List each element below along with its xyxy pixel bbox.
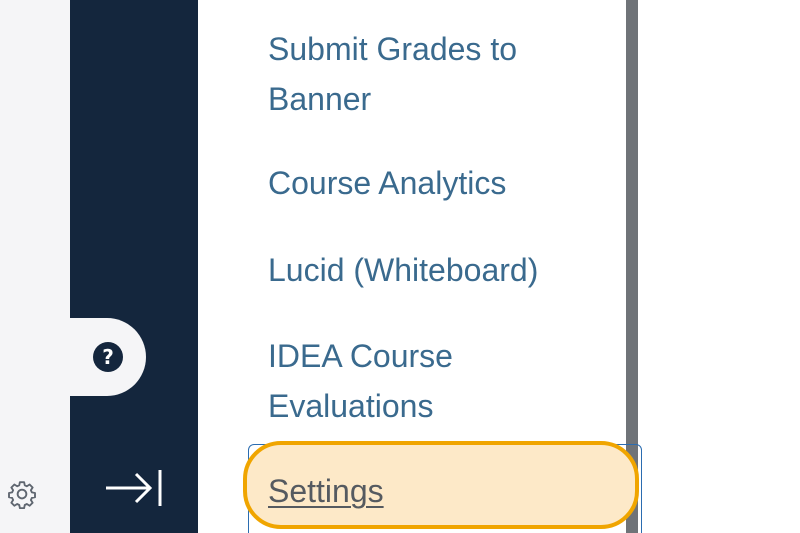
- nav-item-lucid[interactable]: Lucid (Whiteboard): [268, 245, 608, 295]
- gear-icon: [8, 481, 36, 509]
- global-navigation: [70, 0, 198, 533]
- nav-item-course-analytics[interactable]: Course Analytics: [268, 158, 608, 208]
- gear-button[interactable]: [4, 476, 40, 512]
- collapse-nav-button[interactable]: [98, 460, 170, 516]
- nav-item-settings[interactable]: Settings: [268, 466, 384, 516]
- nav-item-label: Submit Grades to: [268, 31, 517, 67]
- canvas-screen: ? Submit Grades to Banner Course Analyti…: [0, 0, 800, 533]
- nav-item-label: IDEA Course: [268, 338, 453, 374]
- collapse-nav-icon: [106, 470, 162, 506]
- nav-item-label: Evaluations: [268, 388, 434, 424]
- nav-item-submit-grades[interactable]: Submit Grades to Banner: [268, 24, 608, 124]
- nav-item-idea-evaluations[interactable]: IDEA Course Evaluations: [268, 331, 608, 431]
- nav-item-label: Banner: [268, 81, 372, 117]
- help-icon: ?: [93, 342, 123, 372]
- left-app-strip: [0, 0, 70, 533]
- help-button[interactable]: ?: [70, 318, 146, 396]
